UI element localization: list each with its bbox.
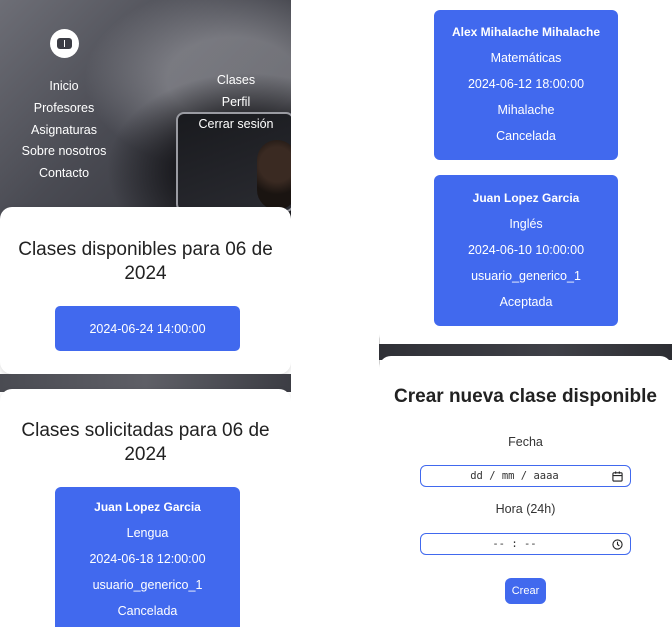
date-input[interactable]: dd / mm / aaaa xyxy=(420,465,631,487)
clock-icon[interactable] xyxy=(612,539,623,550)
requested-classes-title: Clases solicitadas para 06 de 2024 xyxy=(21,420,270,465)
time-input[interactable]: -- : -- xyxy=(420,533,631,555)
requested-classes-card: Clases solicitadas para 06 de 2024 Juan … xyxy=(0,389,291,627)
class-list-item: Juan Lopez Garcia Inglés 2024-06-10 10:0… xyxy=(434,175,618,326)
date-placeholder: dd / mm / aaaa xyxy=(470,470,559,482)
class-list-item: Alex Mihalache Mihalache Matemáticas 202… xyxy=(434,10,618,160)
user-nav: Clases Perfil Cerrar sesión xyxy=(196,70,276,135)
time-label: Hora (24h) xyxy=(495,502,556,516)
class-subject: Matemáticas xyxy=(490,51,562,65)
class-student: usuario_generico_1 xyxy=(92,578,203,592)
class-subject: Lengua xyxy=(126,526,169,540)
create-class-title: Crear nueva clase disponible xyxy=(394,386,657,407)
class-status: Aceptada xyxy=(499,295,553,309)
class-status: Cancelada xyxy=(496,129,556,143)
nav-link-contacto[interactable]: Contacto xyxy=(0,163,128,185)
class-teacher: Alex Mihalache Mihalache xyxy=(451,25,601,39)
class-student: Mihalache xyxy=(497,103,555,117)
nav-link-clases[interactable]: Clases xyxy=(196,70,276,92)
left-panel: Inicio Profesores Asignaturas Sobre noso… xyxy=(0,0,291,627)
right-panel: Alex Mihalache Mihalache Matemáticas 202… xyxy=(379,0,672,627)
class-teacher: Juan Lopez Garcia xyxy=(94,500,201,514)
hero-background: Inicio Profesores Asignaturas Sobre noso… xyxy=(0,0,291,225)
class-list-card: Alex Mihalache Mihalache Matemáticas 202… xyxy=(379,0,672,346)
class-datetime: 2024-06-10 10:00:00 xyxy=(467,243,585,257)
calendar-icon[interactable] xyxy=(612,471,623,482)
available-classes-title: Clases disponibles para 06 de 2024 xyxy=(18,239,273,284)
date-label: Fecha xyxy=(508,435,543,449)
class-datetime: 2024-06-12 18:00:00 xyxy=(467,77,585,91)
available-slot-button[interactable]: 2024-06-24 14:00:00 xyxy=(55,306,240,351)
nav-link-profesores[interactable]: Profesores xyxy=(0,98,128,120)
nav-link-cerrar-sesion[interactable]: Cerrar sesión xyxy=(196,114,276,136)
create-button[interactable]: Crear xyxy=(505,578,546,604)
class-datetime: 2024-06-18 12:00:00 xyxy=(89,552,206,566)
nav-link-asignaturas[interactable]: Asignaturas xyxy=(0,120,128,142)
class-status: Cancelada xyxy=(117,604,178,618)
class-student: usuario_generico_1 xyxy=(471,269,581,283)
hero-person-image xyxy=(257,140,291,210)
requested-class-card: Juan Lopez Garcia Lengua 2024-06-18 12:0… xyxy=(55,487,240,627)
nav-link-sobre-nosotros[interactable]: Sobre nosotros xyxy=(0,141,128,163)
time-placeholder: -- : -- xyxy=(492,538,537,550)
create-class-form: Crear nueva clase disponible Fecha dd / … xyxy=(379,356,672,627)
main-nav: Inicio Profesores Asignaturas Sobre noso… xyxy=(0,76,128,185)
class-teacher: Juan Lopez Garcia xyxy=(472,191,580,205)
nav-link-inicio[interactable]: Inicio xyxy=(0,76,128,98)
class-subject: Inglés xyxy=(509,217,543,231)
logo-icon[interactable] xyxy=(50,29,79,58)
nav-link-perfil[interactable]: Perfil xyxy=(196,92,276,114)
